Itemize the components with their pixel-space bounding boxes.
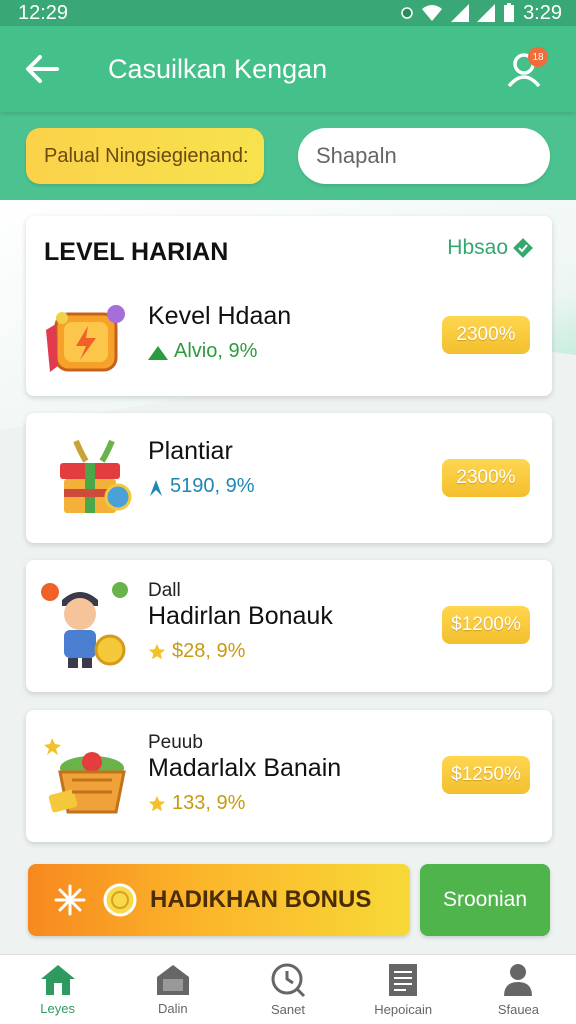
percent-badge[interactable]: $1200% xyxy=(442,606,530,644)
item-stat-value: Alvio, 9% xyxy=(174,340,258,362)
sparkle-icon xyxy=(54,884,86,916)
nav-label: Hepoicain xyxy=(374,1002,433,1017)
store-icon xyxy=(156,965,189,995)
signal-icon-2 xyxy=(477,4,496,22)
star-icon xyxy=(148,795,166,811)
list-item[interactable]: Peuub Madarlalx Banain 133, 9% $1250% xyxy=(26,710,552,842)
get-bonus-label: HADIKHAN BONUS xyxy=(150,886,372,913)
see-all-label: Hbsao xyxy=(447,236,508,259)
item-stat-value: 5190, 9% xyxy=(170,475,255,497)
signal-icon xyxy=(451,4,470,22)
section-title: LEVEL HARIAN xyxy=(44,238,229,266)
daily-level-card: LEVEL HARIAN Hbsao Kevel Hdaan Alvio, 9%… xyxy=(26,216,552,396)
percent-badge[interactable]: 2300% xyxy=(442,459,530,497)
item-stat: 133, 9% xyxy=(148,792,245,815)
percent-badge[interactable]: $1250% xyxy=(442,756,530,794)
item-subtitle: Dall xyxy=(148,580,181,601)
user-icon xyxy=(504,964,533,996)
page-title: Casuilkan Kengan xyxy=(108,53,328,84)
wifi-icon xyxy=(422,5,443,21)
promo-button[interactable]: Palual Ningsiegienand: xyxy=(26,128,264,184)
item-name: Plantiar xyxy=(148,437,233,465)
item-name: Kevel Hdaan xyxy=(148,302,292,330)
item-name: Hadirlan Bonauk xyxy=(148,602,333,630)
item-stat: 5190, 9% xyxy=(148,475,255,498)
get-bonus-button[interactable]: HADIKHAN BONUS xyxy=(28,864,410,936)
cartoon-boy-icon xyxy=(41,582,128,668)
gift-box-icon xyxy=(60,439,132,513)
item-stat: Alvio, 9% xyxy=(148,340,257,363)
nav-item-home[interactable]: Leyes xyxy=(0,955,115,1024)
notification-badge: 18 xyxy=(528,47,548,67)
nav-label: Sanet xyxy=(271,1002,305,1017)
app-bar: Casuilkan Kengan 18 xyxy=(0,26,576,112)
nav-item-profile[interactable]: Sfauea xyxy=(461,955,576,1024)
list-item[interactable]: Dall Hadirlan Bonauk $28, 9% $1200% xyxy=(26,560,552,692)
nav-item-store[interactable]: Dalin xyxy=(115,955,230,1024)
up-arrow-icon xyxy=(150,479,162,496)
status-bar: 12:29 3:29 xyxy=(0,0,576,26)
treasure-basket-icon xyxy=(44,738,126,814)
clock-icon xyxy=(271,963,306,998)
battery-icon xyxy=(504,3,515,22)
profile-button[interactable]: 18 xyxy=(494,39,554,99)
up-arrow-icon xyxy=(148,345,168,360)
nav-label: Sfauea xyxy=(497,1002,540,1017)
list-item[interactable]: Plantiar 5190, 9% 2300% xyxy=(26,413,552,543)
gift-cube-icon xyxy=(46,305,125,372)
notification-dot-icon xyxy=(401,7,413,19)
nav-label: Leyes xyxy=(40,1001,75,1016)
item-stat-value: 133, 9% xyxy=(172,792,246,814)
percent-badge[interactable]: 2300% xyxy=(442,316,530,354)
item-stat-value: $28, 9% xyxy=(172,640,246,662)
item-stat: $28, 9% xyxy=(148,640,245,663)
see-all-link[interactable]: Hbsao xyxy=(447,236,534,260)
arrow-left-icon xyxy=(26,55,59,83)
back-button[interactable] xyxy=(0,26,84,112)
nav-item-clock[interactable]: Sanet xyxy=(230,955,345,1024)
search-box xyxy=(298,128,576,184)
coin-icon xyxy=(103,883,137,917)
home-icon xyxy=(40,965,75,995)
item-name: Madarlalx Banain xyxy=(148,754,342,782)
status-time-right: 3:29 xyxy=(523,1,562,24)
nav-item-document[interactable]: Hepoicain xyxy=(346,955,461,1024)
bottom-nav: Leyes Dalin Sanet Hepoicain Sfauea xyxy=(0,954,576,1024)
promo-label: Palual Ningsiegienand: xyxy=(44,144,249,167)
diamond-check-icon xyxy=(513,238,533,258)
star-icon xyxy=(148,643,166,659)
item-subtitle: Peuub xyxy=(148,732,203,753)
document-icon xyxy=(389,964,418,996)
status-icons: 3:29 xyxy=(401,2,562,25)
status-time-left: 12:29 xyxy=(18,1,69,24)
search-input[interactable] xyxy=(316,143,576,169)
nav-label: Dalin xyxy=(157,1001,188,1016)
secondary-button[interactable]: Sroonian xyxy=(420,864,550,936)
